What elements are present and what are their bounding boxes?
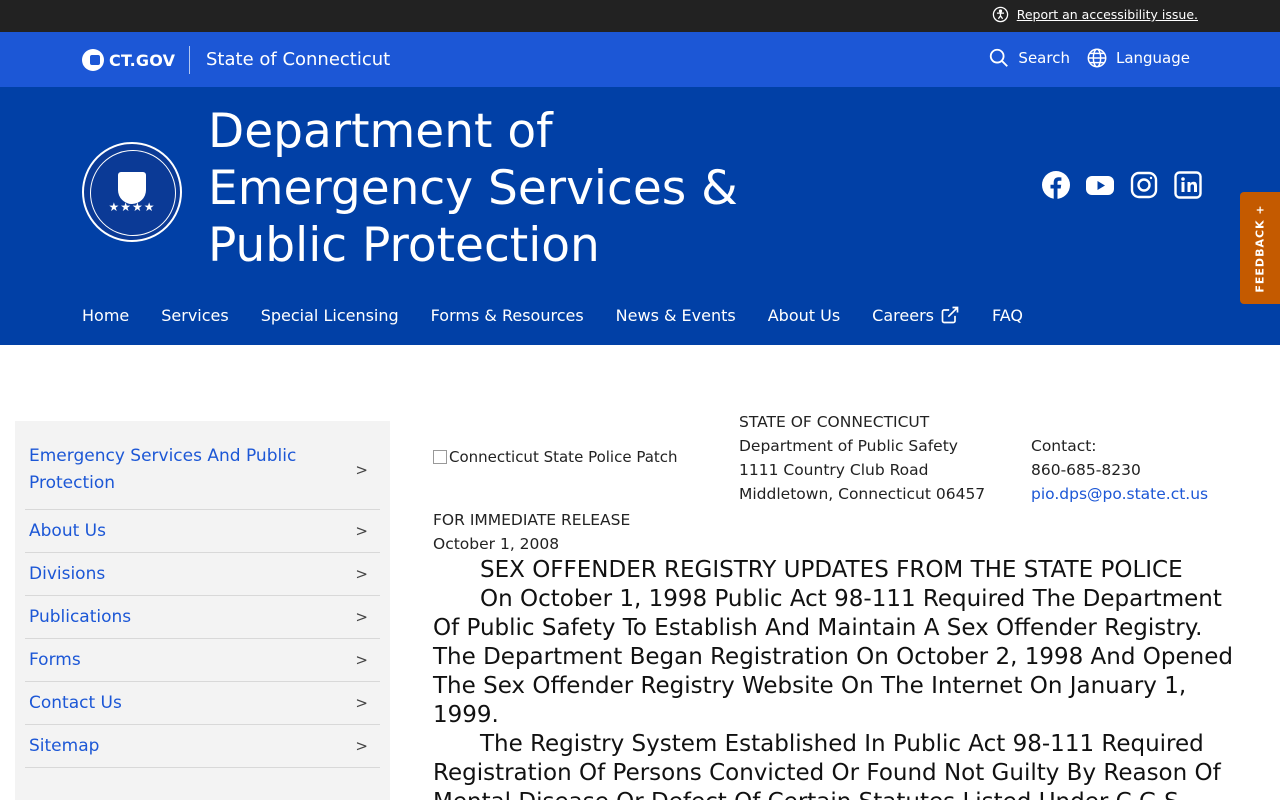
contact-phone: 860-685-8230 — [1031, 461, 1141, 479]
linkedin-icon[interactable] — [1174, 171, 1202, 199]
sidebar-item-label: Publications — [29, 607, 132, 627]
report-accessibility-text: Report an accessibility issue. — [1016, 7, 1198, 22]
report-accessibility-link[interactable]: Report an accessibility issue. — [992, 6, 1198, 23]
address-line: 1111 Country Club Road — [739, 461, 929, 479]
patch-alt-text: Connecticut State Police Patch — [449, 448, 678, 466]
nav-special-licensing-label: Special Licensing — [260, 305, 399, 325]
address-line: Department of Public Safety — [739, 437, 958, 455]
feedback-label: FEEDBACK + — [1253, 203, 1267, 293]
press-release-body: SEX OFFENDER REGISTRY UPDATES FROM THE S… — [433, 556, 1243, 800]
language-label: Language — [1115, 49, 1190, 67]
search-label: Search — [1018, 49, 1070, 67]
nav-home[interactable]: Home — [82, 305, 129, 325]
press-release-paragraph: On October 1, 1998 Public Act 98-111 Req… — [433, 586, 1233, 728]
seal-stars-icon: ★★★★ — [108, 200, 156, 214]
ct-logo-text: CT.GOV — [109, 50, 176, 70]
nav-special-licensing[interactable]: Special Licensing — [261, 305, 399, 325]
youtube-icon[interactable] — [1086, 171, 1114, 199]
ct-gov-logo[interactable]: CT.GOV — [82, 49, 175, 71]
sidebar-item-divisions[interactable]: Divisions > — [25, 553, 380, 596]
nav-news-events-label: News & Events — [615, 305, 736, 325]
nav-home-label: Home — [82, 305, 130, 325]
agency-seal[interactable]: ★★★★ — [82, 142, 182, 242]
release-date: October 1, 2008 — [433, 535, 560, 553]
address-line: STATE OF CONNECTICUT — [739, 413, 930, 431]
sidebar-item-forms[interactable]: Forms > — [25, 639, 380, 682]
feedback-button[interactable]: FEEDBACK + — [1240, 192, 1280, 304]
nav-news-events[interactable]: News & Events — [616, 305, 736, 325]
nav-careers-label: Careers — [872, 305, 934, 325]
chevron-right-icon: > — [355, 522, 368, 540]
contact-info: Contact: 860-685-8230 pio.dps@po.state.c… — [1031, 434, 1208, 506]
sidebar-item-label: Forms — [29, 650, 81, 670]
ct-gov-bar: CT.GOV State of Connecticut Search Langu… — [0, 32, 1280, 87]
ct-logo-icon — [82, 49, 104, 71]
chevron-right-icon: > — [355, 460, 368, 479]
state-name-link[interactable]: State of Connecticut — [206, 49, 390, 70]
sidebar-item-label: Emergency Services And Public Protection — [29, 446, 297, 493]
address-line: Middletown, Connecticut 06457 — [739, 485, 986, 503]
sidebar-item-contact-us[interactable]: Contact Us > — [25, 682, 380, 725]
contact-label: Contact: — [1031, 437, 1097, 455]
agency-header: ★★★★ Department of Emergency Services & … — [0, 87, 1280, 345]
search-icon — [990, 48, 1009, 67]
nav-faq[interactable]: FAQ — [992, 305, 1023, 325]
language-button[interactable]: Language — [1086, 47, 1190, 69]
nav-forms-resources-label: Forms & Resources — [430, 305, 584, 325]
nav-forms-resources[interactable]: Forms & Resources — [431, 305, 584, 325]
agency-title: Department of Emergency Services & Publi… — [208, 103, 808, 274]
sidebar-item-about-us[interactable]: About Us > — [25, 510, 380, 553]
accessibility-icon — [992, 6, 1008, 23]
ct-tools: Search Language — [988, 47, 1190, 69]
social-links — [1042, 171, 1202, 199]
nav-faq-label: FAQ — [991, 305, 1023, 325]
contact-email-link[interactable]: pio.dps@po.state.ct.us — [1031, 482, 1208, 506]
chevron-right-icon: > — [355, 651, 368, 669]
sidebar-item-label: Sitemap — [29, 736, 100, 756]
sidebar-item-publications[interactable]: Publications > — [25, 596, 380, 639]
chevron-right-icon: > — [355, 737, 368, 755]
agency-title-line3: Public Protection — [208, 218, 600, 273]
press-release-paragraph: The Registry System Established In Publi… — [433, 731, 1221, 800]
press-release-headline: SEX OFFENDER REGISTRY UPDATES FROM THE S… — [480, 557, 1183, 583]
agency-title-line1: Department of — [208, 104, 553, 159]
chevron-right-icon: > — [355, 694, 368, 712]
sidebar-item-label: Divisions — [29, 564, 106, 584]
sidebar-nav: Emergency Services And Public Protection… — [15, 421, 390, 800]
chevron-right-icon: > — [355, 608, 368, 626]
globe-icon — [1087, 48, 1107, 68]
sidebar-item-emergency-services[interactable]: Emergency Services And Public Protection… — [25, 431, 380, 510]
instagram-icon[interactable] — [1130, 171, 1158, 199]
broken-image-icon — [433, 450, 447, 464]
nav-about-us[interactable]: About Us — [768, 305, 840, 325]
nav-services-label: Services — [161, 305, 229, 325]
release-info: FOR IMMEDIATE RELEASE October 1, 2008 — [433, 508, 630, 556]
sidebar-item-sitemap[interactable]: Sitemap > — [25, 725, 380, 768]
agency-address: STATE OF CONNECTICUT Department of Publi… — [739, 410, 985, 506]
nav-careers[interactable]: Careers — [872, 305, 960, 325]
chevron-right-icon: > — [355, 565, 368, 583]
state-police-patch-image: Connecticut State Police Patch — [433, 448, 678, 466]
accessibility-bar: Report an accessibility issue. — [0, 0, 1280, 32]
sidebar-item-label: Contact Us — [29, 693, 122, 713]
nav-services[interactable]: Services — [161, 305, 228, 325]
nav-about-us-label: About Us — [767, 305, 841, 325]
search-button[interactable]: Search — [988, 47, 1070, 69]
external-link-icon — [941, 306, 959, 324]
facebook-icon[interactable] — [1042, 171, 1070, 199]
agency-title-line2: Emergency Services & — [208, 161, 738, 216]
main-nav: Home Services Special Licensing Forms & … — [82, 305, 1023, 325]
release-label: FOR IMMEDIATE RELEASE — [433, 511, 631, 529]
ct-divider — [189, 46, 190, 74]
sidebar-item-label: About Us — [29, 521, 106, 541]
